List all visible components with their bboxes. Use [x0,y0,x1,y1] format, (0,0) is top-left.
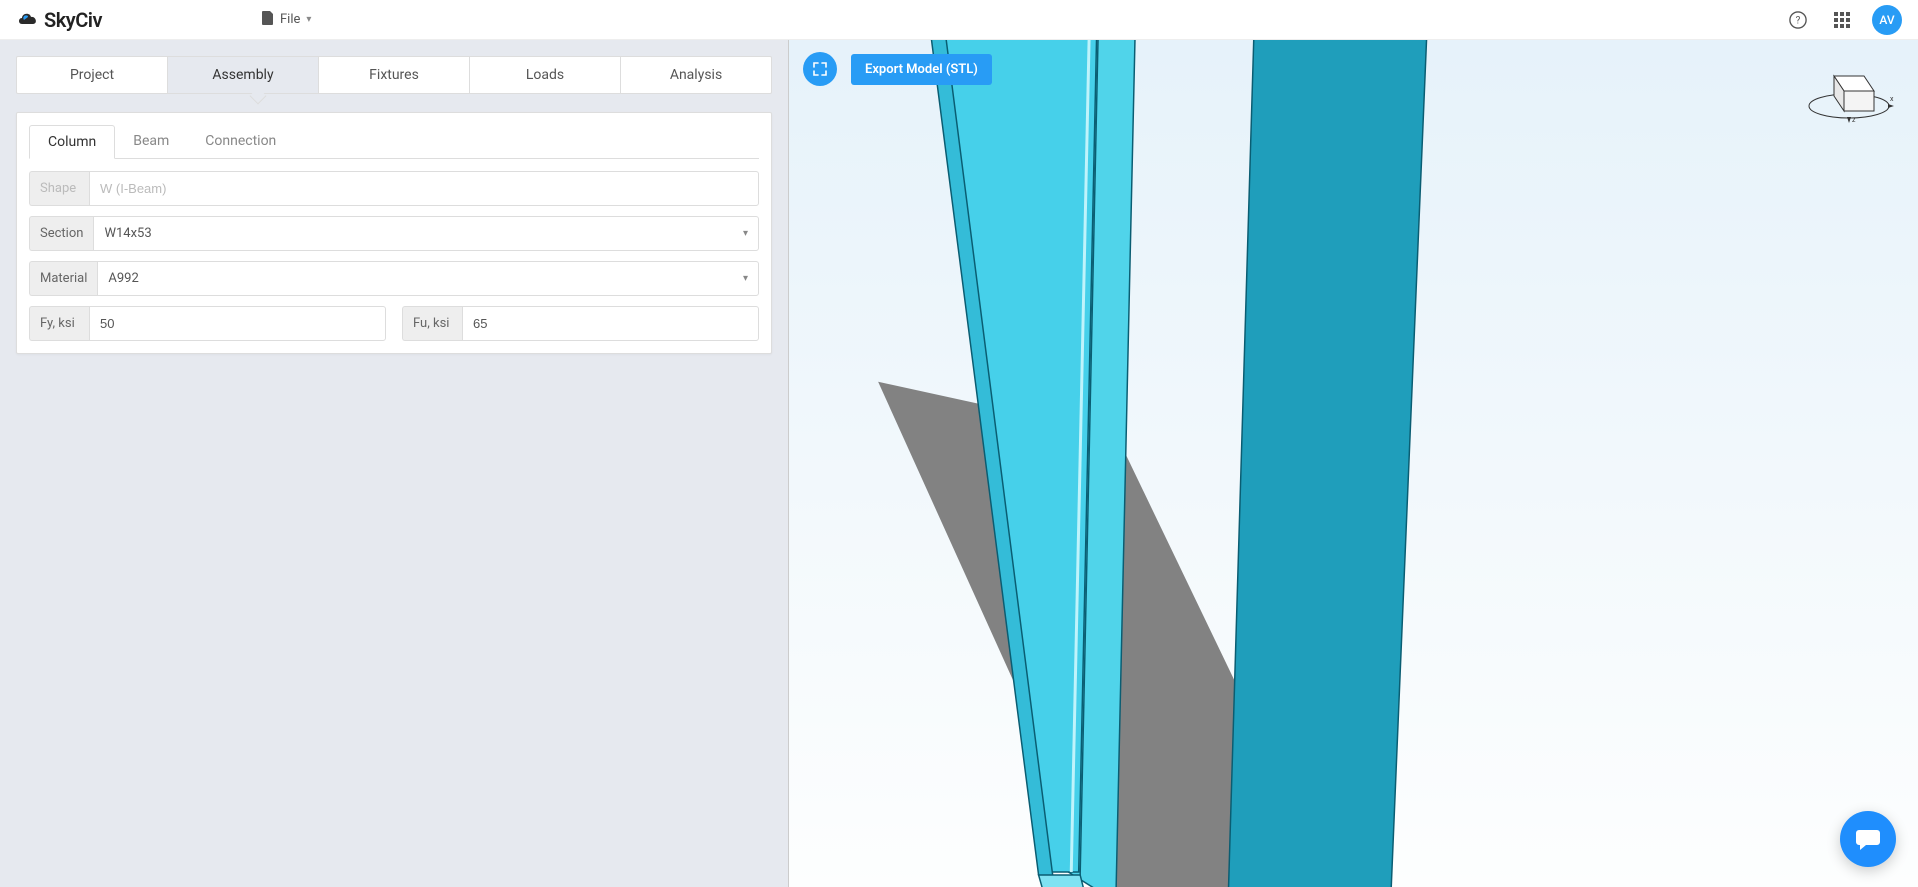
export-model-button[interactable]: Export Model (STL) [851,54,992,85]
shape-input [89,171,759,206]
brand-name: SkyCiv [44,8,102,32]
tab-label: Assembly [212,67,273,83]
section-select[interactable]: W14x53 ▾ [93,216,759,251]
file-menu[interactable]: File ▾ [262,11,311,29]
workspace: Project Assembly Fixtures Loads Analysis… [0,40,1918,887]
shape-label: Shape [29,171,89,206]
chevron-down-icon: ▾ [306,14,311,25]
topbar: SkyCiv File ▾ ? AV [0,0,1918,40]
sub-tab-label: Connection [205,133,276,149]
material-select[interactable]: A992 ▾ [97,261,759,296]
svg-text:?: ? [1796,15,1801,26]
section-value: W14x53 [104,226,151,241]
fy-input[interactable] [89,306,386,341]
chat-button[interactable] [1840,811,1896,867]
tab-label: Analysis [670,67,722,83]
material-label: Material [29,261,97,296]
sub-tab-label: Column [48,134,96,150]
sub-tab-column[interactable]: Column [29,125,115,159]
svg-text:x: x [1890,95,1894,103]
tab-assembly[interactable]: Assembly [168,57,319,93]
tab-label: Loads [526,67,564,83]
help-button[interactable]: ? [1784,6,1812,34]
caret-down-icon: ▾ [743,273,748,284]
fu-label: Fu, ksi [402,306,462,341]
apps-button[interactable] [1828,6,1856,34]
sub-tabs: Column Beam Connection [29,125,759,159]
fu-input[interactable] [462,306,759,341]
tab-project[interactable]: Project [17,57,168,93]
assembly-card: Column Beam Connection Shape [16,112,772,354]
export-model-label: Export Model (STL) [865,62,978,77]
chat-icon [1854,825,1882,853]
navigation-cube[interactable]: x z [1804,56,1894,130]
fy-label: Fy, ksi [29,306,89,341]
model-render [789,40,1918,887]
file-icon [262,11,274,29]
sub-tab-connection[interactable]: Connection [187,125,294,158]
tab-fixtures[interactable]: Fixtures [319,57,470,93]
sub-tab-label: Beam [133,133,169,149]
left-panel: Project Assembly Fixtures Loads Analysis… [0,40,788,887]
tab-loads[interactable]: Loads [470,57,621,93]
sub-tab-beam[interactable]: Beam [115,125,187,158]
tab-label: Fixtures [369,67,419,83]
avatar-initials: AV [1879,13,1894,27]
main-tabs: Project Assembly Fixtures Loads Analysis [16,56,772,94]
file-menu-label: File [280,12,300,27]
material-value: A992 [108,271,138,286]
tab-analysis[interactable]: Analysis [621,57,771,93]
brand-logo-container: SkyCiv [16,8,102,32]
svg-text:z: z [1852,116,1856,124]
tab-label: Project [70,67,114,83]
section-label: Section [29,216,93,251]
apps-grid-icon [1834,12,1850,28]
avatar[interactable]: AV [1872,5,1902,35]
caret-down-icon: ▾ [743,228,748,239]
expand-viewport-button[interactable] [803,52,837,86]
viewport-3d[interactable]: Export Model (STL) x z [788,40,1918,887]
skyciv-cloud-icon [16,8,40,32]
